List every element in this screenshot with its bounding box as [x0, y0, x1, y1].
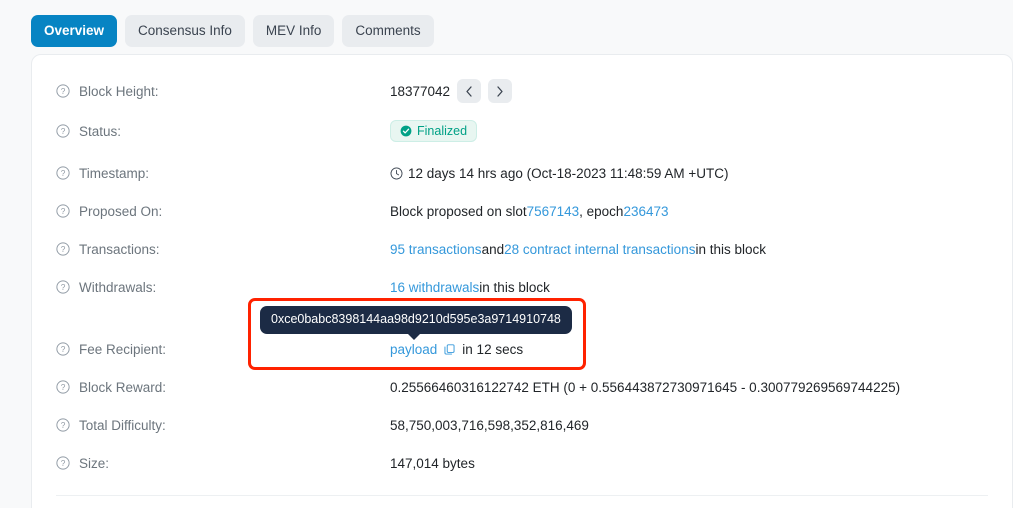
proposed-on-middle: , epoch: [579, 203, 624, 219]
row-fee-recipient: ? Fee Recipient: payload in 12 secs: [32, 330, 1012, 368]
value-block-reward: 0.25566460316122742 ETH (0 + 0.556443872…: [390, 379, 901, 395]
transactions-suffix: in this block: [695, 241, 766, 257]
row-withdrawals: ? Withdrawals: 16 withdrawals in this bl…: [32, 268, 1012, 306]
transactions-middle: and: [481, 241, 505, 257]
svg-text:?: ?: [61, 344, 66, 354]
row-transactions: ? Transactions: 95 transactions and 28 c…: [32, 230, 1012, 268]
tooltip-address-text: 0xce0babc8398144aa98d9210d595e3a97149107…: [271, 312, 561, 326]
label-size: Size:: [79, 455, 110, 471]
svg-text:?: ?: [61, 244, 66, 254]
label-block-reward: Block Reward:: [79, 379, 167, 395]
row-block-height: ? Block Height: 18377042: [32, 72, 1012, 110]
label-cell-proposed-on: ? Proposed On:: [32, 204, 390, 219]
chevron-left-icon: [466, 85, 472, 97]
row-status: ? Status: Finalized: [32, 112, 1012, 150]
value-withdrawals: 16 withdrawals in this block: [390, 280, 550, 295]
label-cell-block-reward: ? Block Reward:: [32, 380, 390, 395]
label-cell-fee-recipient: ? Fee Recipient:: [32, 342, 390, 357]
help-icon: ?: [56, 342, 70, 356]
tooltip-arrow: [407, 332, 421, 340]
tab-consensus-info[interactable]: Consensus Info: [125, 15, 245, 47]
value-block-height: 18377042: [390, 79, 513, 103]
help-icon: ?: [56, 242, 70, 256]
help-icon: ?: [56, 166, 70, 180]
svg-text:?: ?: [61, 382, 66, 392]
label-cell-total-difficulty: ? Total Difficulty:: [32, 418, 390, 433]
tab-comments[interactable]: Comments: [342, 15, 434, 47]
copy-icon[interactable]: [443, 343, 456, 356]
label-cell-block-height: ? Block Height:: [32, 84, 390, 99]
label-total-difficulty: Total Difficulty:: [79, 417, 166, 433]
block-height-number: 18377042: [390, 83, 451, 99]
svg-text:?: ?: [61, 86, 66, 96]
row-timestamp: ? Timestamp: 12 days 14 hrs ago (Oct-18-…: [32, 154, 1012, 192]
label-cell-transactions: ? Transactions:: [32, 242, 390, 257]
svg-text:?: ?: [61, 206, 66, 216]
label-timestamp: Timestamp:: [79, 165, 150, 181]
next-block-button[interactable]: [488, 79, 513, 103]
svg-text:?: ?: [61, 282, 66, 292]
svg-text:?: ?: [61, 126, 66, 136]
withdrawals-link[interactable]: 16 withdrawals: [390, 280, 479, 295]
label-cell-timestamp: ? Timestamp:: [32, 166, 390, 181]
help-icon: ?: [56, 84, 70, 98]
status-badge-label: Finalized: [417, 123, 468, 138]
internal-transactions-link[interactable]: 28 contract internal transactions: [504, 242, 695, 257]
chevron-right-icon: [497, 85, 503, 97]
value-timestamp: 12 days 14 hrs ago (Oct-18-2023 11:48:59…: [390, 166, 729, 181]
label-transactions: Transactions:: [79, 241, 160, 257]
label-cell-status: ? Status:: [32, 124, 390, 139]
help-icon: ?: [56, 380, 70, 394]
block-details-page: Overview Consensus Info MEV Info Comment…: [0, 0, 1013, 508]
card-divider: [56, 495, 988, 496]
tab-overview[interactable]: Overview: [31, 15, 118, 47]
value-total-difficulty: 58,750,003,716,598,352,816,469: [390, 417, 589, 433]
tab-bar: Overview Consensus Info MEV Info Comment…: [31, 15, 434, 47]
help-icon: ?: [56, 456, 70, 470]
label-status: Status:: [79, 123, 122, 139]
label-withdrawals: Withdrawals:: [79, 279, 157, 295]
status-badge: Finalized: [390, 119, 478, 143]
row-block-reward: ? Block Reward: 0.25566460316122742 ETH …: [32, 368, 1012, 406]
tab-mev-info[interactable]: MEV Info: [252, 15, 335, 47]
svg-text:?: ?: [61, 420, 66, 430]
svg-text:?: ?: [61, 168, 66, 178]
row-total-difficulty: ? Total Difficulty: 58,750,003,716,598,3…: [32, 406, 1012, 444]
row-proposed-on: ? Proposed On: Block proposed on slot 75…: [32, 192, 1012, 230]
value-status: Finalized: [390, 119, 478, 143]
check-circle-icon: [400, 125, 412, 137]
transactions-link[interactable]: 95 transactions: [390, 242, 482, 257]
epoch-link[interactable]: 236473: [623, 204, 668, 219]
value-transactions: 95 transactions and 28 contract internal…: [390, 242, 766, 257]
label-cell-withdrawals: ? Withdrawals:: [32, 280, 390, 295]
slot-link[interactable]: 7567143: [527, 204, 580, 219]
proposed-on-prefix: Block proposed on slot: [390, 203, 527, 219]
label-block-height: Block Height:: [79, 83, 159, 99]
svg-text:?: ?: [61, 458, 66, 468]
timestamp-text: 12 days 14 hrs ago (Oct-18-2023 11:48:59…: [408, 165, 729, 181]
previous-block-button[interactable]: [457, 79, 482, 103]
clock-icon: [390, 167, 403, 179]
value-proposed-on: Block proposed on slot 7567143 , epoch 2…: [390, 204, 669, 219]
label-proposed-on: Proposed On:: [79, 203, 163, 219]
help-icon: ?: [56, 418, 70, 432]
row-size: ? Size: 147,014 bytes: [32, 444, 1012, 482]
address-tooltip: 0xce0babc8398144aa98d9210d595e3a97149107…: [260, 306, 572, 340]
fee-recipient-link[interactable]: payload: [390, 342, 437, 357]
value-size: 147,014 bytes: [390, 455, 475, 471]
label-cell-size: ? Size:: [32, 456, 390, 471]
overview-card: ? Block Height: 18377042 ? Status: Final…: [31, 54, 1013, 508]
label-fee-recipient: Fee Recipient:: [79, 341, 167, 357]
help-icon: ?: [56, 124, 70, 138]
help-icon: ?: [56, 280, 70, 294]
withdrawals-suffix: in this block: [479, 279, 550, 295]
help-icon: ?: [56, 204, 70, 218]
fee-recipient-suffix: in 12 secs: [462, 341, 524, 357]
value-fee-recipient: payload in 12 secs: [390, 342, 523, 357]
